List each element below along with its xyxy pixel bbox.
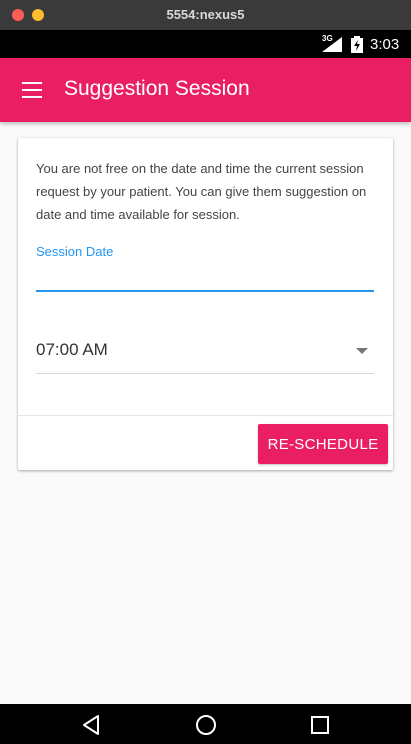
home-icon[interactable] <box>196 715 216 735</box>
suggestion-card: You are not free on the date and time th… <box>18 138 393 470</box>
window-title: 5554:nexus5 <box>166 7 245 22</box>
info-message: You are not free on the date and time th… <box>36 161 367 222</box>
session-time-value: 07:00 AM <box>36 340 108 359</box>
signal-icon <box>322 37 342 52</box>
session-date-input[interactable] <box>36 266 374 290</box>
session-time-select[interactable]: 07:00 AM <box>36 334 374 374</box>
status-bar: 3G 3:03 <box>0 30 411 58</box>
page-title: Suggestion Session <box>64 77 250 100</box>
app-bar: Suggestion Session <box>0 58 411 122</box>
hamburger-menu-icon[interactable] <box>22 82 42 98</box>
recents-icon[interactable] <box>311 716 329 734</box>
status-time: 3:03 <box>370 36 400 53</box>
card-divider <box>18 415 393 416</box>
back-icon[interactable] <box>82 715 100 735</box>
session-date-label: Session Date <box>36 244 114 259</box>
battery-icon <box>351 36 363 53</box>
emulator-title-bar: 5554:nexus5 <box>0 0 411 30</box>
dropdown-caret-icon <box>356 348 368 354</box>
session-time-underline <box>36 373 374 374</box>
session-date-underline <box>36 290 374 292</box>
reschedule-button[interactable]: RE-SCHEDULE <box>258 424 388 464</box>
navigation-bar <box>0 704 411 744</box>
